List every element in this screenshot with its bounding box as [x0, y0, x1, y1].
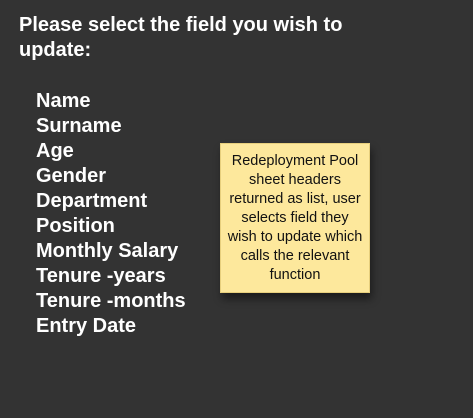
- field-option-tenure-years[interactable]: Tenure -years: [36, 264, 186, 289]
- field-option-surname[interactable]: Surname: [36, 114, 186, 139]
- field-option-tenure-months[interactable]: Tenure -months: [36, 289, 186, 314]
- field-option-position[interactable]: Position: [36, 214, 186, 239]
- annotation-note-text: Redeployment Pool sheet headers returned…: [227, 153, 363, 283]
- field-option-age[interactable]: Age: [36, 139, 186, 164]
- field-option-gender[interactable]: Gender: [36, 164, 186, 189]
- annotation-sticky-note: Redeployment Pool sheet headers returned…: [220, 143, 370, 293]
- field-option-name[interactable]: Name: [36, 89, 186, 114]
- field-options-list: Name Surname Age Gender Department Posit…: [36, 89, 186, 339]
- console-window: Please select the field you wish to upda…: [0, 0, 473, 418]
- field-option-entry-date[interactable]: Entry Date: [36, 314, 186, 339]
- selection-prompt: Please select the field you wish to upda…: [19, 14, 343, 61]
- field-option-department[interactable]: Department: [36, 189, 186, 214]
- field-option-monthly-salary[interactable]: Monthly Salary: [36, 239, 186, 264]
